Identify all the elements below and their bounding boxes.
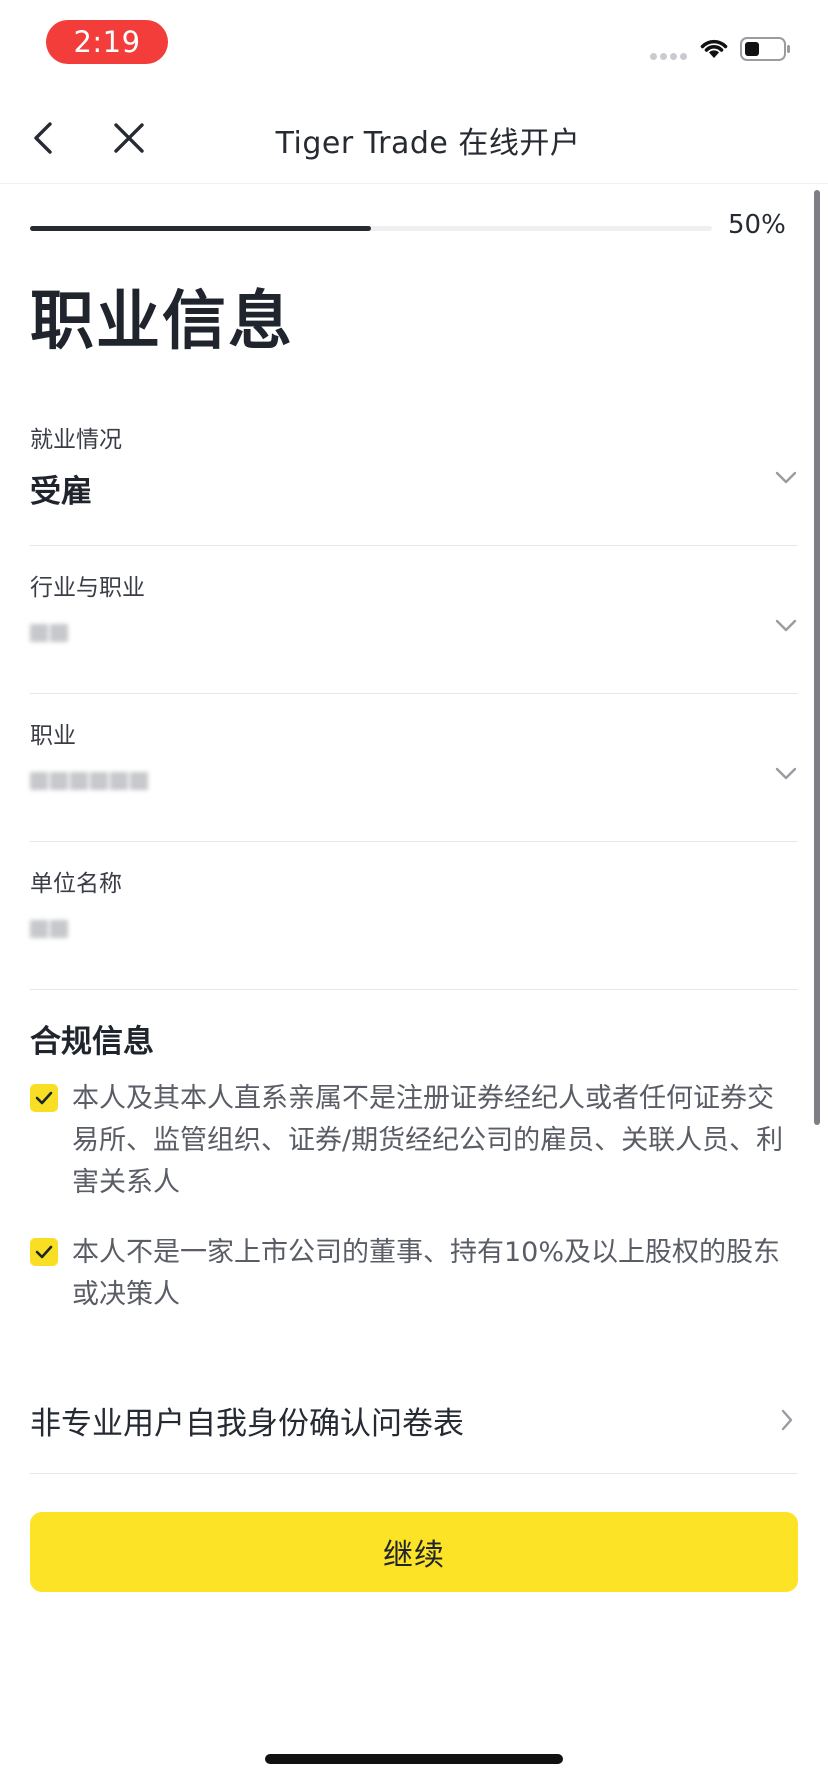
- home-indicator[interactable]: [265, 1754, 563, 1764]
- questionnaire-label: 非专业用户自我身份确认问卷表: [30, 1406, 464, 1442]
- status-time[interactable]: 2:19: [46, 20, 168, 64]
- redacted-value: [30, 760, 148, 802]
- field-label: 行业与职业: [30, 575, 145, 601]
- employer-name-field[interactable]: 单位名称: [30, 842, 798, 990]
- occupation-field[interactable]: 职业: [30, 694, 798, 842]
- progress-fill: [30, 226, 371, 231]
- employment-status-field[interactable]: 就业情况 受雇: [30, 398, 798, 546]
- page-title: 职业信息: [30, 285, 294, 359]
- wifi-icon: [700, 39, 728, 58]
- chevron-down-icon: [775, 471, 797, 484]
- status-bar: 2:19: [0, 0, 828, 92]
- redacted-value: [30, 612, 68, 654]
- field-value: 受雇: [30, 474, 92, 510]
- nav-title: Tiger Trade 在线开户: [275, 126, 581, 161]
- checkbox-checked[interactable]: [30, 1238, 58, 1266]
- nav-bar: Tiger Trade 在线开户: [0, 92, 828, 184]
- compliance-text: 本人及其本人直系亲属不是注册证券经纪人或者任何证券交易所、监管组织、证券/期货经…: [72, 1083, 784, 1198]
- compliance-item[interactable]: 本人不是一家上市公司的董事、持有10%及以上股权的股东或决策人: [30, 1232, 798, 1322]
- scrollbar[interactable]: [814, 190, 820, 1125]
- checkmark-icon: [35, 1245, 53, 1259]
- field-label: 单位名称: [30, 871, 122, 897]
- questionnaire-link[interactable]: 非专业用户自我身份确认问卷表: [30, 1374, 798, 1474]
- chevron-right-icon: [781, 1409, 793, 1431]
- redacted-value: [30, 908, 68, 950]
- field-label: 就业情况: [30, 427, 122, 453]
- compliance-item[interactable]: 本人及其本人直系亲属不是注册证券经纪人或者任何证券交易所、监管组织、证券/期货经…: [30, 1078, 798, 1208]
- chevron-down-icon: [775, 619, 797, 632]
- progress-bar: [30, 226, 712, 231]
- checkbox-checked[interactable]: [30, 1084, 58, 1112]
- industry-occupation-field[interactable]: 行业与职业: [30, 546, 798, 694]
- field-label: 职业: [30, 723, 76, 749]
- battery-icon: [740, 37, 790, 61]
- compliance-text: 本人不是一家上市公司的董事、持有10%及以上股权的股东或决策人: [72, 1237, 781, 1310]
- progress-percent: 50%: [728, 210, 786, 240]
- continue-button[interactable]: 继续: [30, 1512, 798, 1592]
- cellular-signal-icon: [650, 53, 687, 60]
- checkmark-icon: [35, 1091, 53, 1105]
- compliance-section-title: 合规信息: [30, 1024, 154, 1060]
- chevron-down-icon: [775, 767, 797, 780]
